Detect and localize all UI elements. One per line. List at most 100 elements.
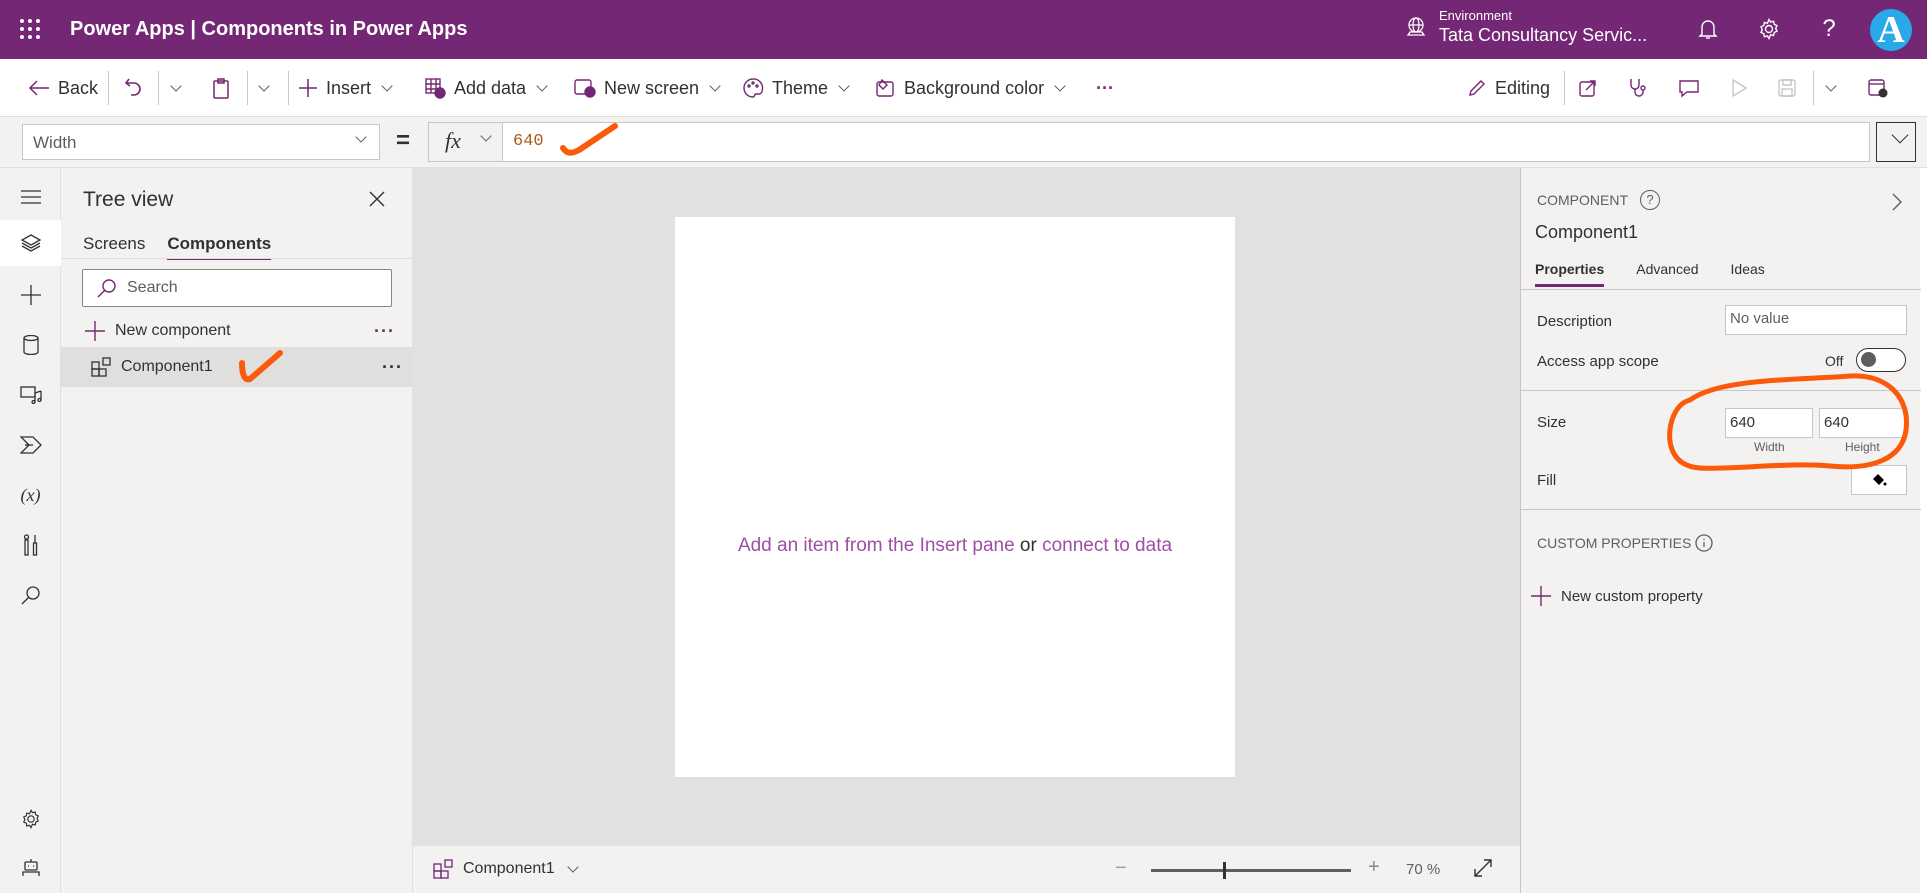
power-automate-icon <box>19 436 42 454</box>
divider <box>158 71 159 105</box>
zoom-in-button[interactable]: + <box>1368 856 1380 879</box>
height-input[interactable]: 640 <box>1819 408 1907 438</box>
gear-icon <box>1760 18 1778 40</box>
search-pane-button[interactable] <box>0 572 61 618</box>
width-input[interactable]: 640 <box>1725 408 1813 438</box>
tab-screens[interactable]: Screens <box>83 234 145 260</box>
save-menu-button[interactable] <box>1823 73 1837 103</box>
chevron-down-icon <box>1825 79 1837 92</box>
tree-view-tabs: Screens Components <box>83 234 272 260</box>
tab-ideas[interactable]: Ideas <box>1731 261 1765 287</box>
notifications-button[interactable] <box>1694 15 1722 43</box>
help-icon[interactable]: ? <box>1640 190 1660 210</box>
chevron-down-icon <box>1891 126 1909 144</box>
properties-tabs: Properties Advanced Ideas <box>1535 261 1765 287</box>
chevron-right-icon <box>1892 193 1902 211</box>
tab-advanced[interactable]: Advanced <box>1636 261 1698 287</box>
close-tree-view-button[interactable] <box>368 190 388 210</box>
component-canvas[interactable]: Add an item from the Insert pane or conn… <box>675 217 1235 777</box>
component-name[interactable]: Component1 <box>1535 222 1638 243</box>
paste-button[interactable] <box>212 73 230 103</box>
formula-input[interactable]: 640 <box>502 122 1870 162</box>
save-button[interactable] <box>1778 73 1796 103</box>
app-checker-button[interactable] <box>1628 73 1648 103</box>
help-button[interactable]: ? <box>1815 15 1843 43</box>
new-screen-button[interactable]: New screen <box>574 73 721 103</box>
comments-button[interactable] <box>1678 73 1700 103</box>
undo-menu-button[interactable] <box>168 73 182 103</box>
more-options-button[interactable]: ··· <box>374 321 395 342</box>
new-screen-label: New screen <box>604 77 700 98</box>
avatar[interactable]: A <box>1870 9 1912 51</box>
background-color-button[interactable]: Background color <box>874 73 1066 103</box>
tree-view-button[interactable] <box>0 220 61 266</box>
paste-menu-button[interactable] <box>256 73 270 103</box>
share-icon <box>1579 80 1596 97</box>
insert-pane-link[interactable]: Add an item from the Insert pane <box>738 535 1015 556</box>
preview-button[interactable] <box>1730 73 1748 103</box>
new-custom-property-button[interactable]: New custom property <box>1531 586 1703 606</box>
add-data-icon <box>425 78 446 99</box>
data-pane-button[interactable] <box>0 322 61 368</box>
tab-properties[interactable]: Properties <box>1535 261 1605 287</box>
fill-color-picker[interactable] <box>1851 465 1907 495</box>
play-icon <box>1732 78 1748 98</box>
collapse-panel-button[interactable] <box>1891 192 1903 217</box>
search-input[interactable]: Search <box>82 269 392 307</box>
more-commands-button[interactable]: ··· <box>1096 73 1114 103</box>
divider <box>247 71 248 105</box>
environment-picker[interactable]: Environment Tata Consultancy Servic... <box>1405 8 1647 46</box>
tree-item-label: Component1 <box>121 358 213 375</box>
chevron-down-icon <box>355 131 367 143</box>
clipboard-icon <box>213 78 229 99</box>
share-button[interactable] <box>1578 73 1598 103</box>
question-icon: ? <box>1822 15 1836 42</box>
chevron-down-icon <box>480 130 492 142</box>
media-pane-button[interactable] <box>0 372 61 418</box>
settings-button[interactable] <box>0 796 61 842</box>
app-launcher-icon[interactable] <box>20 19 40 39</box>
info-icon[interactable] <box>1695 534 1713 552</box>
insert-pane-button[interactable] <box>0 272 61 318</box>
editing-mode-button[interactable]: Editing <box>1467 73 1550 103</box>
connect-data-link[interactable]: connect to data <box>1042 535 1172 556</box>
save-icon <box>1778 79 1796 97</box>
zoom-out-button[interactable]: − <box>1115 857 1127 880</box>
add-data-button[interactable]: Add data <box>424 73 548 103</box>
divider <box>1521 289 1921 290</box>
toggle-knob <box>1861 352 1876 367</box>
variables-button[interactable]: (x) <box>0 472 61 518</box>
property-dropdown[interactable]: Width <box>22 124 380 160</box>
power-automate-button[interactable] <box>0 422 61 468</box>
expand-formula-button[interactable] <box>1876 122 1916 162</box>
divider <box>108 71 109 105</box>
tree-item-component1[interactable]: Component1 ··· <box>61 347 413 387</box>
tab-components[interactable]: Components <box>167 234 272 260</box>
screen-selector[interactable]: Component1 <box>433 859 579 879</box>
more-options-button[interactable]: ··· <box>382 357 403 378</box>
access-scope-toggle[interactable] <box>1856 348 1906 372</box>
variables-icon: (x) <box>20 484 41 505</box>
description-input[interactable]: No value <box>1725 305 1907 335</box>
settings-button[interactable] <box>1755 15 1783 43</box>
zoom-slider[interactable] <box>1151 862 1351 879</box>
fit-to-window-button[interactable] <box>1473 858 1493 883</box>
tree-view-pane: Tree view Screens Components Search New … <box>61 168 413 893</box>
divider <box>288 71 289 105</box>
chevron-down-icon <box>258 79 270 92</box>
stethoscope-icon <box>1630 79 1646 97</box>
insert-button[interactable]: Insert <box>298 73 393 103</box>
theme-button[interactable]: Theme <box>742 73 850 103</box>
zoom-slider-thumb[interactable] <box>1223 862 1226 879</box>
undo-button[interactable] <box>124 73 144 103</box>
publish-button[interactable] <box>1868 73 1888 103</box>
divider <box>61 258 413 259</box>
new-component-button[interactable]: New component ··· <box>85 316 405 346</box>
menu-button[interactable] <box>0 174 61 220</box>
virtual-agent-button[interactable] <box>0 844 61 890</box>
chevron-down-icon <box>566 860 579 873</box>
function-picker[interactable]: fx <box>428 122 502 162</box>
advanced-tools-button[interactable] <box>0 522 61 568</box>
back-button[interactable]: Back <box>28 73 98 103</box>
palette-icon <box>743 78 764 98</box>
